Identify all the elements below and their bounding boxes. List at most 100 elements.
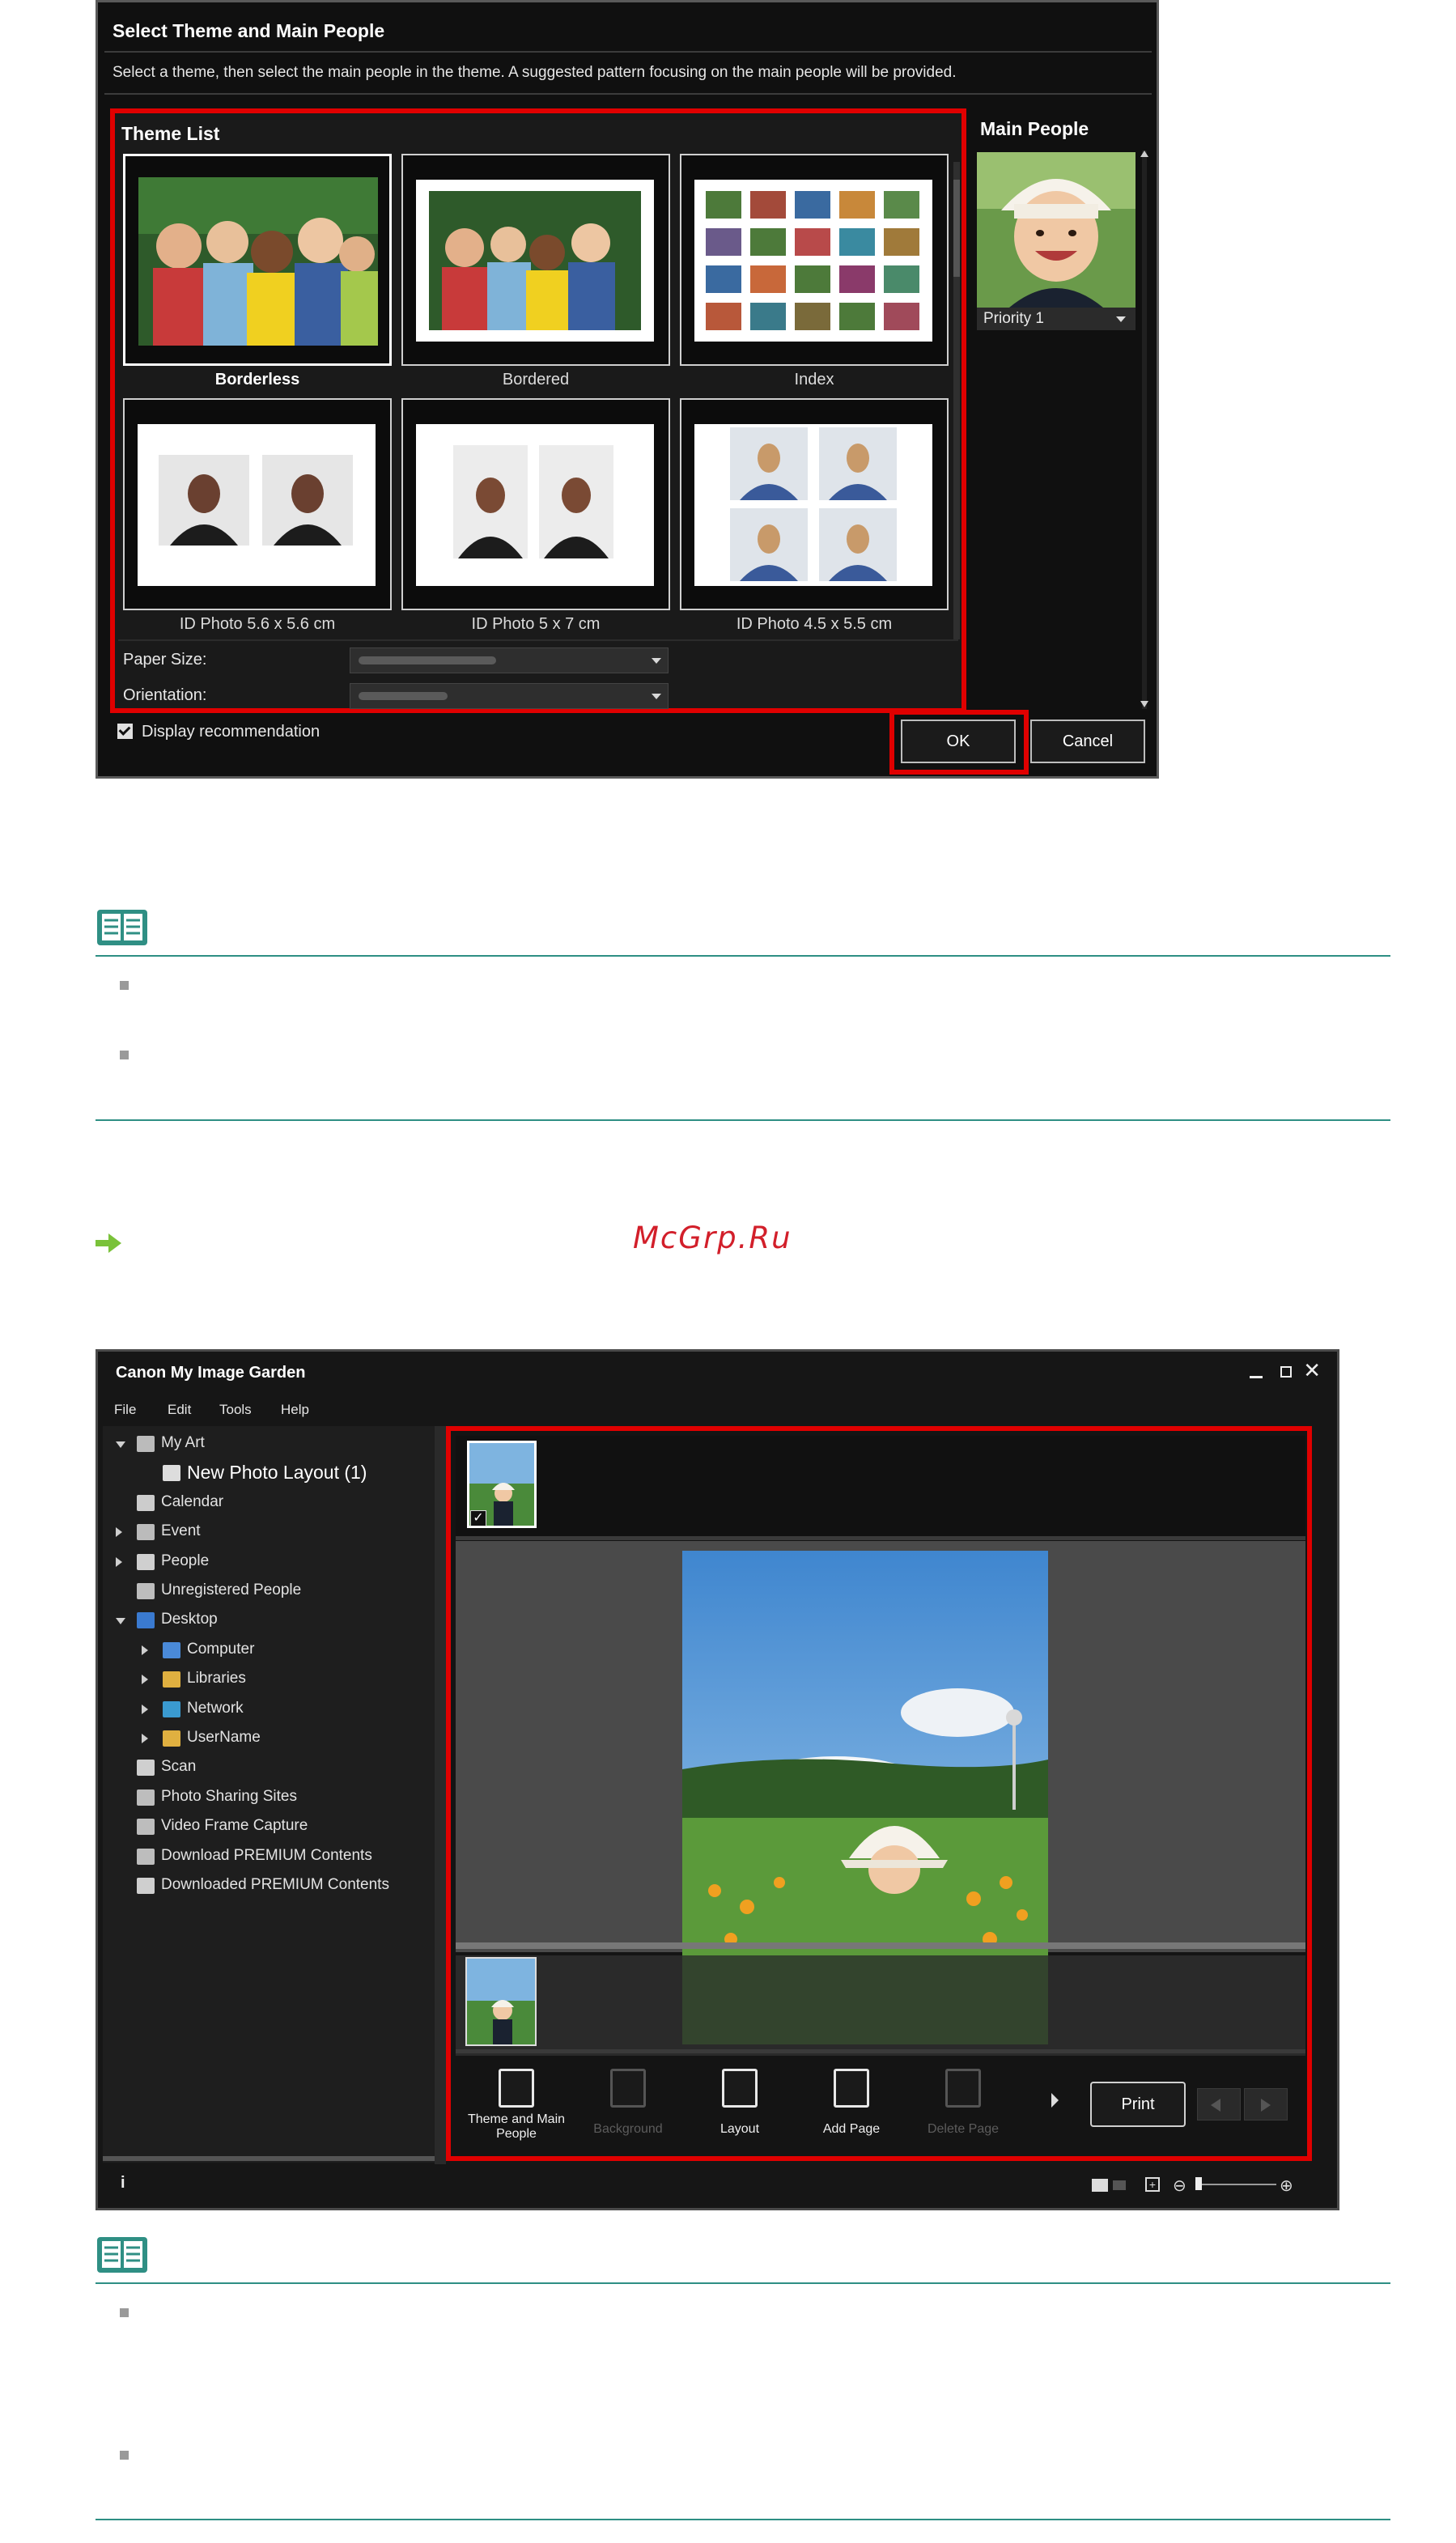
layout-button[interactable]: Layout: [687, 2059, 792, 2155]
scroll-up-icon[interactable]: [1140, 151, 1148, 157]
tree-item[interactable]: People: [103, 1551, 427, 1575]
tree-item[interactable]: Network: [103, 1698, 427, 1722]
theme-bordered[interactable]: [401, 154, 670, 366]
canvas-reflection: [682, 1955, 1048, 2044]
tree-item-label: Computer: [187, 1640, 255, 1658]
menu-file[interactable]: File: [114, 1402, 136, 1418]
theme-id-photo-56[interactable]: [123, 398, 392, 610]
tree-item[interactable]: Computer: [103, 1639, 427, 1663]
close-icon[interactable]: ✕: [1303, 1360, 1321, 1381]
tree-item[interactable]: My Art: [103, 1433, 427, 1457]
note-divider: [96, 1119, 1390, 1121]
page-strip-scrollbar[interactable]: [456, 1536, 1305, 1540]
expand-right-icon[interactable]: [142, 1704, 148, 1714]
edit-area: ✓ Theme and Main People Background Layou…: [446, 1426, 1312, 2161]
video-icon: [137, 1819, 155, 1836]
tree-item[interactable]: Event: [103, 1521, 427, 1545]
previous-page-button[interactable]: [1197, 2088, 1241, 2121]
main-people-scrollbar[interactable]: [1140, 151, 1148, 709]
theme-and-main-people-button[interactable]: Theme and Main People: [464, 2059, 569, 2155]
tree-item[interactable]: Photo Sharing Sites: [103, 1786, 427, 1811]
tree-item[interactable]: New Photo Layout (1): [103, 1462, 427, 1486]
tree-item-label: Desktop: [161, 1611, 218, 1628]
tree-item-label: UserName: [187, 1729, 261, 1746]
tree-item[interactable]: Scan: [103, 1756, 427, 1781]
menu-edit[interactable]: Edit: [168, 1402, 191, 1418]
checkmark-icon[interactable]: ✓: [470, 1510, 486, 1526]
expand-right-icon[interactable]: [116, 1556, 122, 1567]
user-folder-icon: [163, 1730, 180, 1747]
scrollbar-thumb[interactable]: [953, 180, 960, 277]
fit-icon[interactable]: +: [1145, 2177, 1160, 2192]
theme-preview-image: [138, 177, 378, 346]
menu-help[interactable]: Help: [281, 1402, 309, 1418]
tree-item[interactable]: Video Frame Capture: [103, 1815, 427, 1840]
add-page-button[interactable]: Add Page: [799, 2059, 904, 2155]
scroll-down-icon[interactable]: [1140, 701, 1148, 707]
theme-index[interactable]: [680, 154, 949, 366]
zoom-in-icon[interactable]: ⊕: [1280, 2176, 1293, 2196]
tree-item[interactable]: UserName: [103, 1727, 427, 1751]
expand-right-icon[interactable]: [116, 1527, 122, 1538]
zoom-out-icon[interactable]: ⊖: [1173, 2176, 1186, 2196]
paper-preview: [416, 180, 654, 342]
theme-id-photo-45[interactable]: [680, 398, 949, 610]
print-button[interactable]: Print: [1090, 2082, 1186, 2127]
expand-down-icon[interactable]: [116, 1441, 125, 1448]
next-page-button[interactable]: [1244, 2088, 1288, 2121]
zoom-slider[interactable]: [1195, 2184, 1276, 2185]
ok-button[interactable]: OK: [901, 720, 1016, 763]
note-divider: [96, 2519, 1390, 2520]
photo-strip-scrollbar[interactable]: [456, 2049, 1305, 2053]
tree-item[interactable]: Downloaded PREMIUM Contents: [103, 1874, 427, 1899]
expand-right-icon[interactable]: [142, 1675, 148, 1685]
photo-strip: [456, 1955, 1305, 2056]
toolbar-more-icon[interactable]: [1051, 2093, 1059, 2108]
minimize-icon[interactable]: [1250, 1376, 1263, 1378]
info-icon[interactable]: i: [121, 2174, 125, 2193]
main-person-photo[interactable]: [977, 152, 1136, 308]
edit-toolbar: Theme and Main People Background Layout …: [456, 2059, 1305, 2156]
tree-horizontal-scrollbar[interactable]: [103, 2156, 435, 2161]
theme-label: Index: [794, 371, 834, 388]
photo-thumbnail[interactable]: [465, 1957, 537, 2046]
canvas-divider: [456, 1942, 1305, 1949]
tree-item[interactable]: Libraries: [103, 1668, 427, 1692]
tree-item[interactable]: Calendar: [103, 1492, 427, 1516]
layout-icon: [722, 2069, 758, 2108]
theme-borderless[interactable]: [123, 154, 392, 366]
tree-item-label: Scan: [161, 1758, 197, 1776]
maximize-icon[interactable]: [1280, 1366, 1292, 1378]
priority-select[interactable]: Priority 1: [977, 308, 1136, 330]
view-mode-icon[interactable]: [1092, 2179, 1108, 2192]
tree-item[interactable]: Unregistered People: [103, 1580, 427, 1604]
zoom-slider-handle[interactable]: [1195, 2177, 1202, 2190]
paper-size-select[interactable]: [350, 647, 669, 673]
pane-splitter[interactable]: [435, 1426, 446, 2164]
tree-item[interactable]: Download PREMIUM Contents: [103, 1845, 427, 1870]
background-button[interactable]: Background: [575, 2059, 681, 2155]
chevron-down-icon: [652, 694, 661, 699]
view-mode-alt-icon[interactable]: [1113, 2180, 1126, 2190]
tree-item-label: Libraries: [187, 1670, 246, 1688]
theme-list-scrollbar[interactable]: [953, 162, 960, 639]
delete-page-button[interactable]: Delete Page: [911, 2059, 1016, 2155]
cancel-button[interactable]: Cancel: [1030, 720, 1145, 763]
orientation-label: Orientation:: [123, 686, 207, 704]
chevron-down-icon: [652, 658, 661, 664]
tree-item[interactable]: Desktop: [103, 1609, 427, 1633]
orientation-select[interactable]: [350, 683, 669, 709]
person-icon: [137, 1553, 155, 1570]
expand-right-icon[interactable]: [142, 1734, 148, 1743]
paper-preview: [694, 180, 932, 342]
note-divider: [96, 2282, 1390, 2284]
expand-right-icon[interactable]: [142, 1645, 148, 1655]
menu-tools[interactable]: Tools: [219, 1402, 252, 1418]
chevron-down-icon: [1116, 316, 1126, 322]
display-recommendation-checkbox[interactable]: [117, 724, 133, 739]
theme-id-photo-5x7[interactable]: [401, 398, 670, 610]
expand-down-icon[interactable]: [116, 1618, 125, 1625]
download-icon: [137, 1848, 155, 1865]
divider: [118, 639, 958, 641]
theme-people-icon: [499, 2069, 534, 2108]
